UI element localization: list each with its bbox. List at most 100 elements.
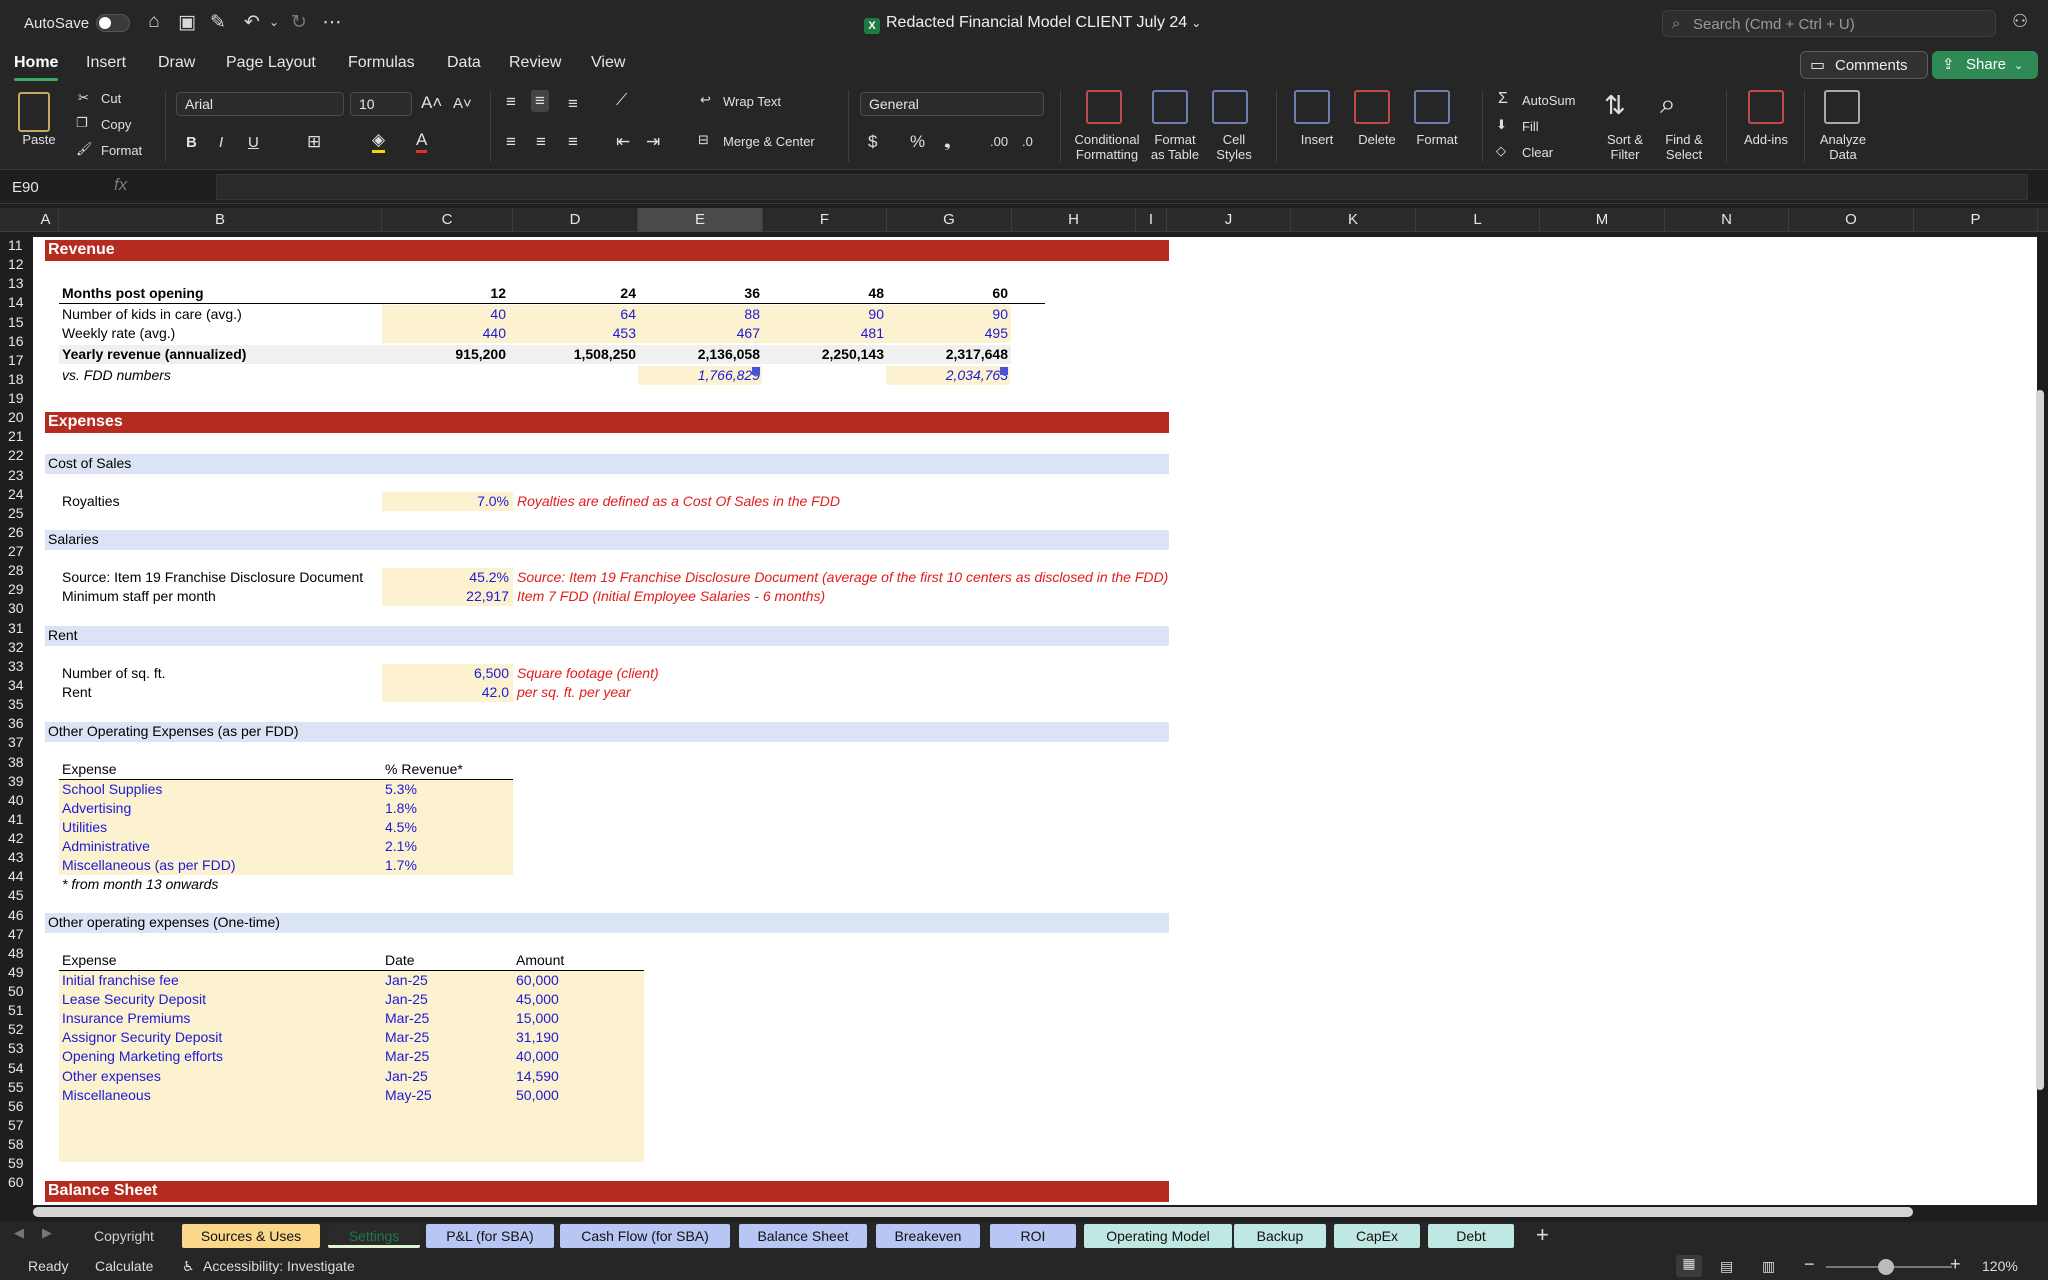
decrease-decimal-icon[interactable]: .0 xyxy=(1022,134,1033,149)
column-header[interactable]: B xyxy=(59,208,382,232)
fdd-cell[interactable]: 2,034,763 xyxy=(888,366,1008,385)
one-time-item-name[interactable]: Other expenses xyxy=(62,1067,161,1086)
opex-item-name[interactable]: Advertising xyxy=(62,799,131,818)
row-header[interactable]: 47 xyxy=(0,926,32,942)
row-header[interactable]: 25 xyxy=(0,505,32,521)
scroll-tabs-right-icon[interactable]: ▶ xyxy=(42,1225,52,1241)
more-icon[interactable]: ⋯ xyxy=(320,11,344,34)
kids-cell[interactable]: 90 xyxy=(764,305,884,324)
weekly-rate-cell[interactable]: 495 xyxy=(888,324,1008,343)
undo-icon[interactable]: ↶ xyxy=(240,11,264,34)
column-header[interactable]: J xyxy=(1167,208,1291,232)
align-top-icon[interactable]: ≡ xyxy=(506,92,516,112)
column-header[interactable]: I xyxy=(1136,208,1167,232)
row-header[interactable]: 21 xyxy=(0,428,32,444)
name-box[interactable]: E90 xyxy=(0,174,100,200)
row-header[interactable]: 27 xyxy=(0,543,32,559)
share-button[interactable]: ⇪ Share ⌄ xyxy=(1932,51,2038,79)
column-header[interactable]: L xyxy=(1416,208,1540,232)
column-header[interactable]: A xyxy=(33,208,59,232)
row-header[interactable]: 30 xyxy=(0,600,32,616)
opex-item-pct[interactable]: 2.1% xyxy=(385,837,417,856)
one-time-item-amount[interactable]: 50,000 xyxy=(516,1086,559,1105)
rent-cell[interactable]: 42.0 xyxy=(386,683,509,702)
one-time-item-amount[interactable]: 40,000 xyxy=(516,1047,559,1066)
row-header[interactable]: 39 xyxy=(0,773,32,789)
save-icon[interactable]: ▣ xyxy=(175,11,199,34)
sheet-tab[interactable]: Backup xyxy=(1234,1224,1326,1248)
one-time-item-date[interactable]: Jan-25 xyxy=(385,990,428,1009)
insert-cells-button[interactable]: Insert xyxy=(1290,132,1344,147)
row-header[interactable]: 36 xyxy=(0,715,32,731)
row-header[interactable]: 11 xyxy=(0,237,32,253)
one-time-item-name[interactable]: Opening Marketing efforts xyxy=(62,1047,223,1066)
kids-cell[interactable]: 64 xyxy=(516,305,636,324)
row-header[interactable]: 41 xyxy=(0,811,32,827)
add-sheet-icon[interactable]: + xyxy=(1536,1222,1549,1248)
undo-dropdown-icon[interactable]: ⌄ xyxy=(262,15,286,29)
yearly-revenue-cell[interactable]: 2,136,058 xyxy=(640,345,760,364)
save-as-icon[interactable]: ✎ xyxy=(206,11,230,34)
worksheet-grid[interactable]: Revenue Months post opening 12 24 36 48 … xyxy=(33,237,2037,1205)
opex-item-pct[interactable]: 1.8% xyxy=(385,799,417,818)
decrease-indent-icon[interactable]: ⇤ xyxy=(616,132,630,152)
row-header[interactable]: 44 xyxy=(0,868,32,884)
row-header[interactable]: 53 xyxy=(0,1040,32,1056)
autosum-button[interactable]: AutoSum xyxy=(1522,93,1575,108)
tab-data[interactable]: Data xyxy=(447,54,481,72)
row-header[interactable]: 19 xyxy=(0,390,32,406)
row-header[interactable]: 22 xyxy=(0,447,32,463)
one-time-item-date[interactable]: Mar-25 xyxy=(385,1009,429,1028)
format-painter-button[interactable]: Format xyxy=(101,143,142,158)
one-time-item-name[interactable]: Initial franchise fee xyxy=(62,971,179,990)
column-header[interactable]: E xyxy=(638,208,763,232)
column-header[interactable]: M xyxy=(1540,208,1665,232)
weekly-rate-cell[interactable]: 440 xyxy=(386,324,506,343)
calculate-button[interactable]: Calculate xyxy=(95,1258,153,1274)
home-icon[interactable]: ⌂ xyxy=(142,11,166,33)
percent-icon[interactable]: % xyxy=(910,132,925,152)
kids-cell[interactable]: 40 xyxy=(386,305,506,324)
vertical-scrollbar[interactable] xyxy=(2036,390,2044,1090)
one-time-item-amount[interactable]: 60,000 xyxy=(516,971,559,990)
align-right-icon[interactable]: ≡ xyxy=(568,132,578,152)
tab-home[interactable]: Home xyxy=(14,54,59,81)
zoom-slider-thumb[interactable] xyxy=(1878,1259,1894,1275)
align-center-icon[interactable]: ≡ xyxy=(536,132,546,152)
tab-view[interactable]: View xyxy=(591,54,625,72)
row-header[interactable]: 12 xyxy=(0,256,32,272)
fill-color-icon[interactable]: ◈ xyxy=(372,130,386,153)
yearly-revenue-cell[interactable]: 2,250,143 xyxy=(764,345,884,364)
clear-button[interactable]: Clear xyxy=(1522,145,1553,160)
redo-icon[interactable]: ↻ xyxy=(287,11,311,34)
row-header[interactable]: 60 xyxy=(0,1174,32,1190)
sheet-tab[interactable]: Operating Model xyxy=(1084,1224,1232,1248)
paste-button[interactable]: Paste xyxy=(14,132,64,147)
people-icon[interactable]: ⚇ xyxy=(2012,11,2028,32)
comments-button[interactable]: ▭ Comments xyxy=(1800,51,1928,79)
autosave-toggle[interactable] xyxy=(96,14,130,32)
copy-button[interactable]: Copy xyxy=(101,117,131,132)
sheet-tab[interactable]: ROI xyxy=(990,1224,1076,1248)
document-title[interactable]: X Redacted Financial Model CLIENT July 24… xyxy=(864,14,1201,34)
normal-view-icon[interactable]: ▦ xyxy=(1676,1255,1702,1277)
tab-review[interactable]: Review xyxy=(509,54,561,72)
sheet-tab[interactable]: Sources & Uses xyxy=(182,1224,320,1248)
fdd-cell[interactable]: 1,766,829 xyxy=(640,366,760,385)
sheet-tab[interactable]: Breakeven xyxy=(876,1224,980,1248)
underline-button[interactable]: U xyxy=(248,134,259,151)
column-header[interactable]: G xyxy=(887,208,1012,232)
add-ins-button[interactable]: Add-ins xyxy=(1736,132,1796,147)
opex-item-name[interactable]: Utilities xyxy=(62,818,107,837)
weekly-rate-cell[interactable]: 453 xyxy=(516,324,636,343)
font-color-icon[interactable]: A xyxy=(416,130,428,153)
row-header[interactable]: 51 xyxy=(0,1002,32,1018)
row-header[interactable]: 20 xyxy=(0,409,32,425)
row-header[interactable]: 28 xyxy=(0,562,32,578)
tab-draw[interactable]: Draw xyxy=(158,54,195,72)
row-header[interactable]: 54 xyxy=(0,1060,32,1076)
scroll-tabs-left-icon[interactable]: ◀ xyxy=(14,1225,24,1241)
one-time-item-amount[interactable]: 15,000 xyxy=(516,1009,559,1028)
one-time-item-date[interactable]: Mar-25 xyxy=(385,1028,429,1047)
row-header[interactable]: 59 xyxy=(0,1155,32,1171)
